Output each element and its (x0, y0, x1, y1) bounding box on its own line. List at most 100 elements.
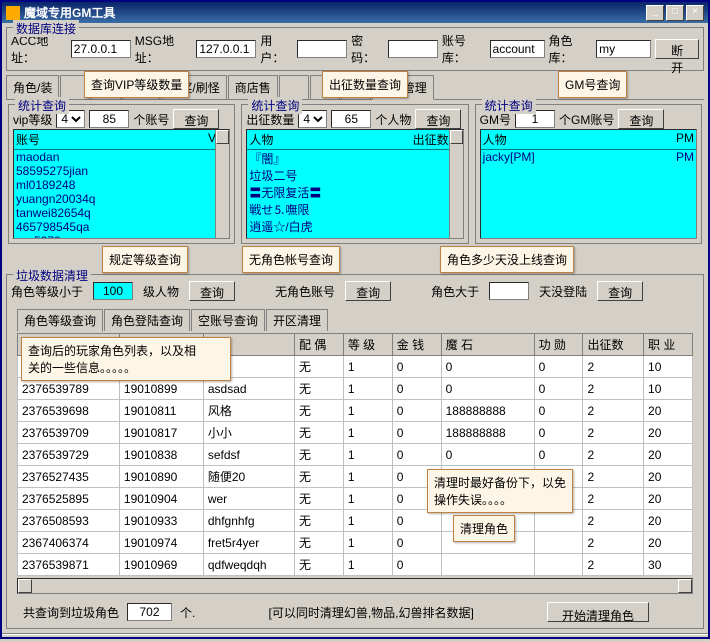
main-window: 魔域专用GM工具 _ □ × 数据库连接 ACC地址： MSG地址： 用户： 密… (0, 0, 710, 639)
days-suffix: 天没登陆 (539, 283, 587, 300)
subtab-open[interactable]: 开区清理 (266, 309, 328, 331)
exp-listbox[interactable]: 人物出征数量 『闇』4垃圾二号4〓无限复活〓4戦せ⒌嘸限4逍遥☆/白虎4风雪V无… (246, 129, 463, 239)
expedition-panel: 统计查询 出征数量 4 个人物 查询 人物出征数量 『闇』4垃圾二号4〓无限复活… (241, 104, 468, 244)
callout-norole: 无角色帐号查询 (242, 246, 340, 273)
vip-scrollbar[interactable] (215, 130, 229, 238)
days-input[interactable] (489, 282, 529, 300)
exp-legend: 统计查询 (248, 97, 302, 114)
gm-legend: 统计查询 (482, 97, 536, 114)
table-row[interactable]: 237652743519010890随便20无1000220 (18, 466, 693, 488)
exp-query-button[interactable]: 查询 (415, 109, 461, 129)
acctdb-input[interactable] (490, 40, 545, 58)
callout-backup: 清理时最好备份下，以免 操作失误。。。。 (427, 469, 573, 513)
acc-label: ACC地址： (11, 32, 67, 66)
total-label: 共查询到垃圾角色 (23, 604, 119, 621)
vip-panel: 统计查询 vip等级 4 个账号 查询 账号VIP maodan45859527… (8, 104, 235, 244)
start-clean-button[interactable]: 开始清理角色 (547, 602, 649, 622)
minimize-button[interactable]: _ (646, 5, 664, 21)
disconnect-button[interactable]: 断开 (655, 39, 699, 59)
list-item[interactable]: 风雪V无痕4 (247, 235, 462, 239)
roledb-label: 角色库： (549, 32, 593, 66)
junk-legend: 垃圾数据清理 (13, 267, 91, 284)
gm-col1: 人物 (483, 131, 676, 148)
list-item[interactable]: 〓无限复活〓4 (247, 184, 462, 201)
user-input[interactable] (297, 40, 347, 58)
vip-legend: 统计查询 (15, 97, 69, 114)
close-button[interactable]: × (686, 5, 704, 21)
list-item[interactable]: maodan4 (14, 150, 229, 164)
exp-suffix: 个人物 (375, 111, 411, 128)
grid-header[interactable]: 魔 石 (441, 334, 534, 356)
callout-vip: 查询VIP等级数量 (84, 71, 189, 98)
exp-select[interactable]: 4 (298, 110, 327, 128)
acc-input[interactable] (71, 40, 131, 58)
table-row[interactable]: 237650859319010933dhfgnhfg无10220 (18, 510, 693, 532)
db-conn-legend: 数据库连接 (13, 20, 79, 37)
grid-header[interactable]: 出征数 (583, 334, 644, 356)
grid-hscroll[interactable] (17, 578, 693, 594)
list-item[interactable]: yuangn20034q4 (14, 192, 229, 206)
vip-count[interactable] (89, 110, 129, 128)
window-title: 魔域专用GM工具 (24, 4, 644, 21)
msg-label: MSG地址： (135, 32, 193, 66)
table-row[interactable]: 237652589519010904wer无1000220 (18, 488, 693, 510)
table-row[interactable]: 237653970919010817小小无101888888880220 (18, 422, 693, 444)
list-item[interactable]: 『闇』4 (247, 150, 462, 167)
table-row[interactable]: 236740637419010974fret5r4yer无10220 (18, 532, 693, 554)
list-item[interactable]: 逍遥☆/白虎4 (247, 218, 462, 235)
exp-count[interactable] (331, 110, 371, 128)
list-item[interactable]: ml01892484 (14, 178, 229, 192)
grid-header[interactable]: 金 钱 (392, 334, 441, 356)
days-label: 角色大于 (431, 283, 479, 300)
level-input[interactable] (93, 282, 133, 300)
acctdb-label: 账号库： (442, 32, 486, 66)
tab-6[interactable] (279, 75, 309, 99)
norole-query-button[interactable]: 查询 (345, 281, 391, 301)
roledb-input[interactable] (596, 40, 651, 58)
gm-col2: PM (676, 131, 694, 148)
total-unit: 个. (180, 604, 195, 621)
list-item[interactable]: tanwei82654q4 (14, 206, 229, 220)
vip-listbox[interactable]: 账号VIP maodan458595275jian4ml01892484yuan… (13, 129, 230, 239)
subtab-login[interactable]: 角色登陆查询 (104, 309, 190, 331)
pwd-input[interactable] (388, 40, 438, 58)
list-item[interactable]: 465798545qa4 (14, 220, 229, 234)
grid-header[interactable]: 功 勋 (534, 334, 583, 356)
tab-5[interactable]: 商店售 (228, 75, 278, 99)
list-item[interactable]: yzs5273qa4 (14, 234, 229, 239)
grid-header[interactable]: 职 业 (644, 334, 693, 356)
titlebar[interactable]: 魔域专用GM工具 _ □ × (2, 2, 708, 23)
level-query-button[interactable]: 查询 (189, 281, 235, 301)
total-input[interactable] (127, 603, 172, 621)
gm-listbox[interactable]: 人物PM jacky[PM]PM (480, 129, 697, 239)
exp-col1: 人物 (249, 131, 412, 148)
list-item[interactable]: 58595275jian4 (14, 164, 229, 178)
grid-header[interactable]: 配 偶 (294, 334, 343, 356)
scroll-left-icon[interactable] (18, 579, 32, 593)
table-row[interactable]: 237653972919010838sefdsf无1000220 (18, 444, 693, 466)
subtab-level[interactable]: 角色等级查询 (17, 309, 103, 332)
bottom-bar: 共查询到垃圾角色 个. [可以同时清理幻兽,物品,幻兽排名数据] 开始清理角色 (11, 596, 699, 628)
gm-query-button[interactable]: 查询 (618, 109, 664, 129)
callout-gm: GM号查询 (558, 71, 627, 98)
level-label: 角色等级小于 (11, 283, 83, 300)
db-conn-panel: 数据库连接 ACC地址： MSG地址： 用户： 密码： 账号库： 角色库： 断开 (6, 27, 704, 71)
list-item[interactable]: 戦せ⒌嘸限4 (247, 201, 462, 218)
callout-expedition: 出征数量查询 (322, 71, 408, 98)
scroll-right-icon[interactable] (678, 579, 692, 593)
tab-0[interactable]: 角色/装 (6, 75, 59, 99)
msg-input[interactable] (196, 40, 256, 58)
level-suffix: 级人物 (143, 283, 179, 300)
callout-clean: 清理角色 (453, 515, 515, 542)
vip-query-button[interactable]: 查询 (173, 109, 219, 129)
table-row[interactable]: 237653987119010969qdfweqdqh无10230 (18, 554, 693, 576)
list-item[interactable]: jacky[PM]PM (481, 150, 696, 164)
pwd-label: 密码： (351, 32, 384, 66)
table-row[interactable]: 237653969819010811风格无101888888880220 (18, 400, 693, 422)
maximize-button[interactable]: □ (666, 5, 684, 21)
exp-scrollbar[interactable] (449, 130, 463, 238)
grid-header[interactable]: 等 级 (343, 334, 392, 356)
subtab-empty[interactable]: 空账号查询 (191, 309, 265, 331)
days-query-button[interactable]: 查询 (597, 281, 643, 301)
list-item[interactable]: 垃圾二号4 (247, 167, 462, 184)
